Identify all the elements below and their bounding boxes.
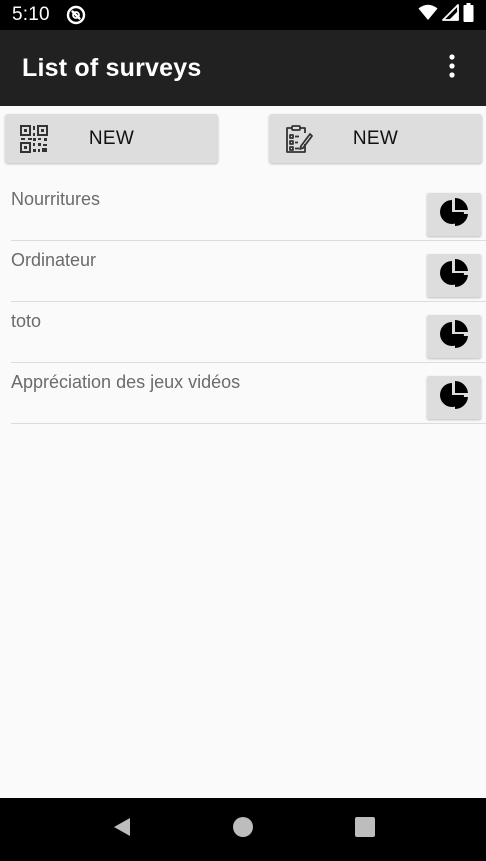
scan-new-survey-button[interactable]: NEW (5, 114, 218, 163)
create-new-survey-button[interactable]: NEW (269, 114, 482, 163)
list-item[interactable]: toto (0, 302, 486, 363)
survey-stats-button[interactable] (427, 193, 481, 236)
back-icon (111, 816, 133, 843)
clipboard-edit-icon (283, 124, 313, 154)
recents-icon (354, 816, 376, 843)
wifi-icon (418, 4, 438, 26)
survey-stats-button[interactable] (427, 315, 481, 358)
survey-name: Ordinateur (11, 250, 97, 270)
pie-chart-icon (440, 258, 468, 292)
app-bar: List of surveys (0, 30, 486, 106)
page-title: List of surveys (22, 53, 202, 82)
back-button[interactable] (107, 814, 137, 844)
battery-icon (463, 3, 474, 27)
pie-chart-icon (440, 197, 468, 231)
survey-list: Nourritures Ordinateur toto Appréciation… (0, 180, 486, 424)
navigation-bar (0, 798, 486, 861)
pie-chart-icon (440, 380, 468, 414)
survey-name: Nourritures (11, 189, 101, 209)
home-button[interactable] (228, 814, 258, 844)
recents-button[interactable] (350, 814, 380, 844)
divider (11, 423, 486, 424)
app-notification-icon (66, 5, 86, 25)
list-item[interactable]: Nourritures (0, 180, 486, 241)
qr-code-icon (19, 124, 49, 154)
status-time: 5:10 (12, 4, 50, 25)
list-item[interactable]: Ordinateur (0, 241, 486, 302)
status-icons (418, 3, 474, 27)
survey-stats-button[interactable] (427, 376, 481, 419)
pie-chart-icon (440, 319, 468, 353)
survey-name: toto (11, 311, 42, 331)
actions-row: NEW NEW (0, 106, 486, 172)
status-bar: 5:10 (0, 0, 486, 30)
survey-stats-button[interactable] (427, 254, 481, 297)
overflow-menu-button[interactable] (440, 48, 464, 88)
home-icon (232, 816, 254, 843)
signal-icon (442, 4, 459, 26)
list-item[interactable]: Appréciation des jeux vidéos (0, 363, 486, 424)
more-vert-icon (449, 53, 455, 83)
survey-name: Appréciation des jeux vidéos (11, 372, 241, 392)
